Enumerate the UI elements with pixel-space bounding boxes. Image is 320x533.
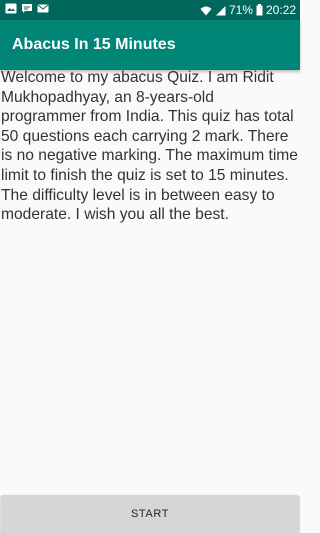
start-button[interactable]: START (1, 495, 299, 533)
status-bar: 71% 20:22 (0, 0, 300, 20)
gallery-notification-icon (5, 3, 17, 14)
intro-text: Welcome to my abacus Quiz. I am Ridit Mu… (1, 69, 298, 224)
system-status: 71% 20:22 (200, 2, 296, 18)
mail-notification-icon (37, 3, 49, 14)
wifi-icon (200, 5, 212, 16)
battery-percentage: 71% (228, 3, 253, 17)
messenger-notification-icon (21, 3, 33, 14)
signal-icon (215, 5, 226, 16)
notification-icons (5, 3, 49, 14)
app-title: Abacus In 15 Minutes (12, 36, 176, 53)
battery-icon (256, 4, 263, 16)
app-bar: Abacus In 15 Minutes (0, 20, 300, 70)
clock: 20:22 (265, 3, 296, 17)
main-content: Welcome to my abacus Quiz. I am Ridit Mu… (0, 68, 300, 225)
